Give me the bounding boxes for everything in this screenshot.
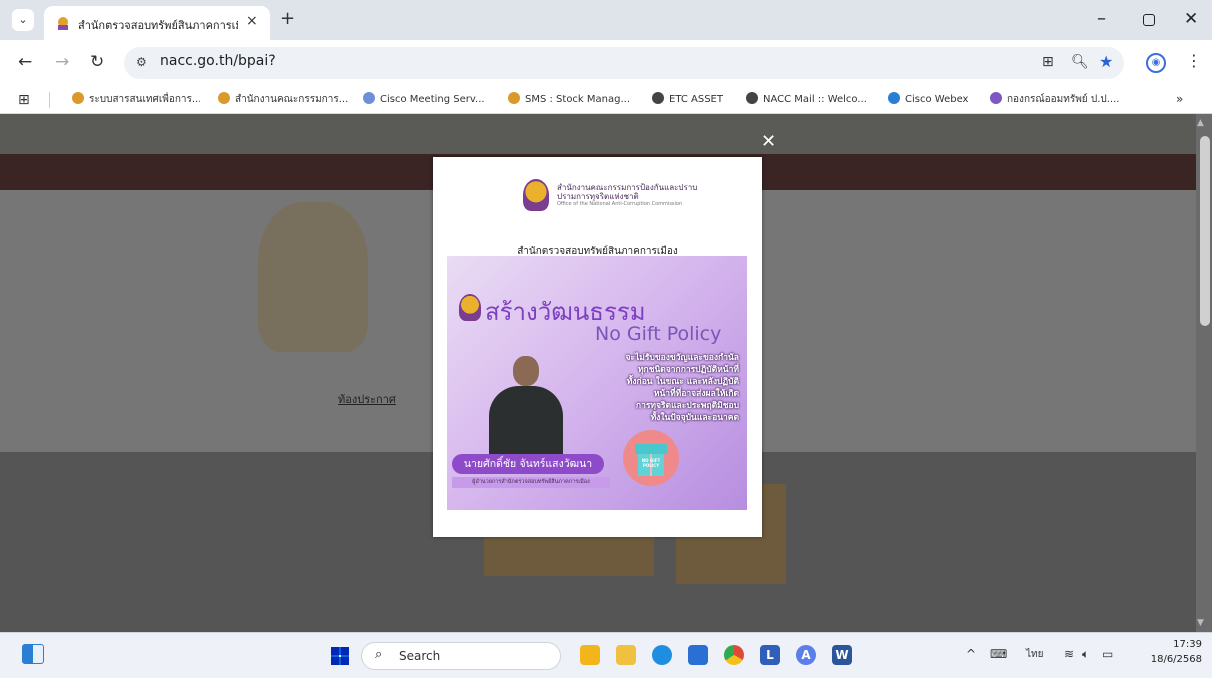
lens-app-icon[interactable]: L (760, 645, 780, 665)
no-gift-policy-poster[interactable]: สร้างวัฒนธรรม No Gift Policy จะไม่รับของ… (447, 256, 747, 510)
bookmark-item-0[interactable]: ระบบสารสนเทศเพื่อการ... (72, 92, 200, 108)
tray-overflow-chevron-icon[interactable]: ^ (966, 647, 976, 661)
bookmarks-overflow-icon[interactable]: » (1176, 92, 1183, 106)
bookmark-item-3[interactable]: SMS : Stock Manag... (508, 92, 638, 108)
bookmark-item-7[interactable]: กองกรณ์ออมทรัพย์ ป.ป.... (990, 92, 1130, 108)
url-text[interactable]: nacc.go.th/bpai? (160, 53, 276, 69)
start-windows-icon[interactable] (331, 647, 349, 665)
tab-close-icon[interactable]: × (246, 13, 258, 29)
bookmarks-bar: ⊞ ระบบสารสนเทศเพื่อการ... สำนักงานคณะกรร… (0, 86, 1212, 114)
bookmark-star-icon[interactable]: ★ (1099, 52, 1113, 71)
file-explorer-icon[interactable] (580, 645, 600, 665)
address-bar[interactable]: ⚙ nacc.go.th/bpai? ⊞ 🔍︎ ★ (124, 47, 1124, 79)
pledge-line: หน้าที่ที่อาจส่งผลให้เกิด (653, 389, 739, 399)
minimize-icon[interactable]: – (1097, 8, 1106, 29)
taskbar-search[interactable]: ⌕ Search (361, 642, 561, 670)
profile-avatar-icon[interactable]: ◉ (1146, 53, 1166, 73)
folder-icon[interactable] (616, 645, 636, 665)
site-info-icon[interactable]: ⚙ (136, 55, 147, 69)
windows-taskbar: ⌕ Search L A W ^ ⌨ ไทย ≋ 🔈︎ ▭ 17:39 18/6… (0, 632, 1212, 678)
clock-time: 17:39 (1173, 639, 1202, 650)
search-icon: ⌕ (375, 647, 383, 662)
active-tab[interactable]: สำนักตรวจสอบทรัพย์สินภาคการเมือง × (44, 6, 270, 40)
officer-uniform (489, 386, 563, 460)
nacc-emblem-icon (58, 17, 68, 30)
scroll-up-icon[interactable]: ▲ (1197, 118, 1204, 128)
poster-subtitle: No Gift Policy (595, 323, 722, 345)
tab-search-chevron-icon[interactable]: ⌄ (12, 9, 34, 31)
restore-icon[interactable] (1143, 14, 1155, 26)
site-emblem-logo (258, 202, 368, 352)
nacc-emblem-icon (523, 179, 549, 211)
bookmark-favicon-icon (990, 92, 1002, 104)
bookmark-item-5[interactable]: NACC Mail :: Welco... (746, 92, 876, 108)
pledge-line: การทุจริตและประพฤติมิชอบ (635, 401, 739, 411)
officer-name-badge: นายศักดิ์ชัย จันทร์แสงวัฒนา (452, 454, 604, 474)
taskbar-clock[interactable]: 17:39 18/6/2568 (1142, 637, 1202, 667)
input-language[interactable]: ไทย (1026, 647, 1043, 662)
apps-grid-icon[interactable]: ⊞ (18, 92, 30, 108)
scroll-down-icon[interactable]: ▼ (1197, 618, 1204, 628)
bookmark-favicon-icon (363, 92, 375, 104)
gift-lid (635, 444, 667, 454)
officer-portrait (481, 356, 569, 460)
browser-toolbar: ← → ↻ ⚙ nacc.go.th/bpai? ⊞ 🔍︎ ★ ◉ ⋮ (0, 40, 1212, 86)
store-icon[interactable] (688, 645, 708, 665)
zoom-icon[interactable]: 🔍︎ (1071, 54, 1089, 70)
bookmark-favicon-icon (72, 92, 84, 104)
edge-icon[interactable] (652, 645, 672, 665)
taskbar-search-label: Search (399, 649, 441, 663)
pledge-line: ทุกชนิดจากการปฏิบัติหน้าที่ (637, 365, 739, 375)
app-a-icon[interactable]: A (796, 645, 816, 665)
reload-icon[interactable]: ↻ (90, 52, 104, 72)
bookmark-item-1[interactable]: สำนักงานคณะกรรมการ... (218, 92, 348, 108)
poster-pledge: จะไม่รับของขวัญและของกำนัล ทุกชนิดจากการ… (577, 352, 739, 424)
window-close-icon[interactable]: ✕ (1184, 9, 1198, 29)
bookmark-item-4[interactable]: ETC ASSET (652, 92, 742, 108)
office-name: สำนักงานคณะกรรมการป้องกันและปราบปรามการท… (557, 183, 698, 201)
wifi-icon[interactable]: ≋ (1064, 647, 1074, 661)
tab-title: สำนักตรวจสอบทรัพย์สินภาคการเมือง (78, 19, 238, 32)
pledge-line: จะไม่รับของขวัญและของกำนัล (625, 353, 739, 363)
scroll-thumb[interactable] (1200, 136, 1210, 326)
pledge-line: ทั้งก่อน ในขณะ และหลังปฏิบัติ (626, 377, 739, 387)
widgets-icon[interactable] (22, 644, 44, 664)
chrome-icon[interactable] (724, 645, 744, 665)
announcement-modal: สำนักงานคณะกรรมการป้องกันและปราบปรามการท… (433, 157, 762, 537)
word-icon[interactable]: W (832, 645, 852, 665)
bookmark-favicon-icon (508, 92, 520, 104)
bookmark-favicon-icon (746, 92, 758, 104)
modal-close-icon[interactable]: ✕ (761, 131, 776, 152)
volume-icon[interactable]: 🔈︎ (1082, 647, 1089, 662)
bookmark-favicon-icon (218, 92, 230, 104)
announcement-link[interactable]: ท้องประกาศ (338, 390, 396, 408)
battery-icon[interactable]: ▭ (1102, 647, 1113, 661)
officer-position: ผู้อำนวยการสำนักตรวจสอบทรัพย์สินภาคการเม… (452, 477, 610, 488)
bookmark-item-2[interactable]: Cisco Meeting Serv... (363, 92, 493, 108)
bookmark-favicon-icon (888, 92, 900, 104)
keyboard-icon[interactable]: ⌨ (990, 647, 1007, 661)
bookmark-favicon-icon (652, 92, 664, 104)
bookmark-item-6[interactable]: Cisco Webex (888, 92, 978, 108)
nacc-emblem-icon (459, 294, 481, 321)
forward-arrow-icon[interactable]: → (55, 52, 69, 72)
bookmark-separator (49, 92, 50, 108)
gift-base: NO GIFT POLICY (638, 454, 664, 476)
new-tab-button[interactable]: + (280, 8, 295, 29)
office-subtitle: Office of the National Anti-Corruption C… (557, 201, 683, 207)
gift-box-icon: NO GIFT POLICY (623, 430, 679, 486)
gift-label: NO GIFT POLICY (641, 458, 661, 468)
tab-strip: ⌄ สำนักตรวจสอบทรัพย์สินภาคการเมือง × + –… (0, 0, 1212, 40)
site-header (0, 114, 1196, 154)
pledge-line: ทั้งในปัจจุบันและอนาคต (650, 413, 739, 423)
translate-icon[interactable]: ⊞ (1042, 54, 1054, 70)
menu-kebab-icon[interactable]: ⋮ (1186, 51, 1202, 70)
officer-head (513, 356, 539, 386)
back-arrow-icon[interactable]: ← (18, 52, 32, 72)
clock-date: 18/6/2568 (1150, 654, 1202, 665)
